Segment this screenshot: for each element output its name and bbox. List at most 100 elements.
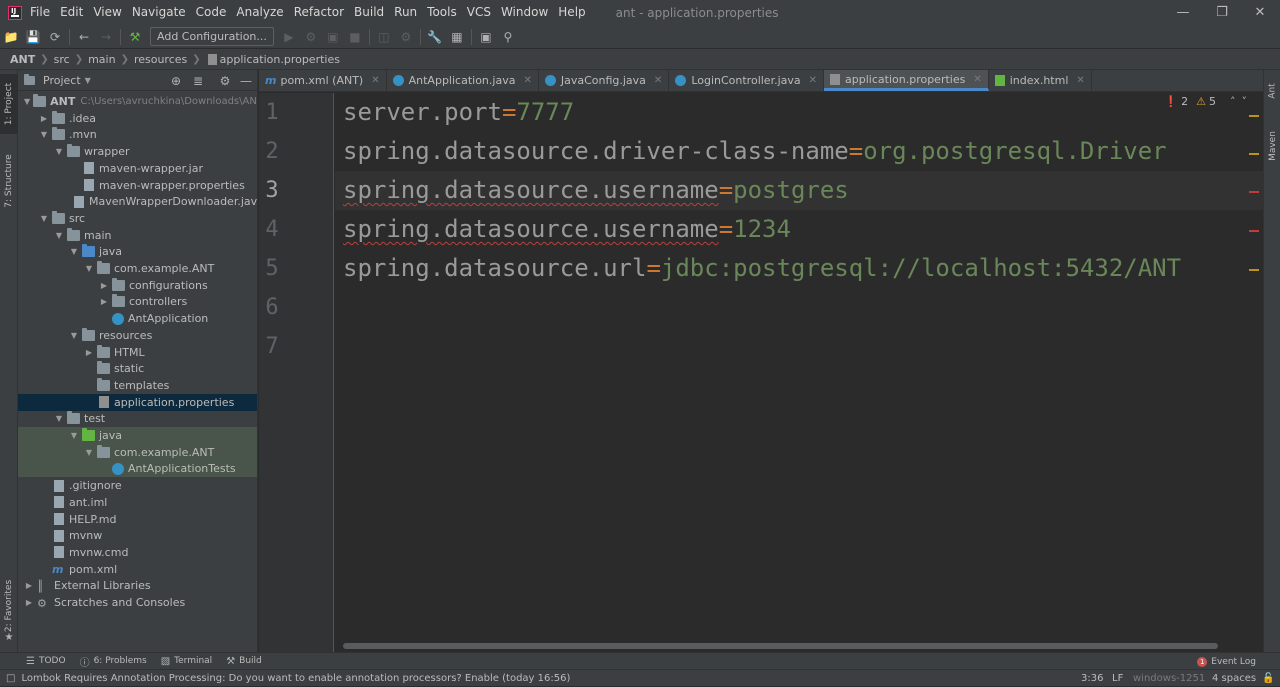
chevron-down-icon[interactable]: ▼ bbox=[69, 247, 79, 256]
tree-item[interactable]: ▶ configurations bbox=[18, 277, 257, 294]
menu-item-refactor[interactable]: Refactor bbox=[294, 0, 344, 25]
gear-icon[interactable]: ⚙ bbox=[217, 73, 233, 89]
tab-project-tool[interactable]: 1: Project bbox=[0, 74, 18, 134]
chevron-right-icon[interactable]: ▶ bbox=[24, 581, 34, 590]
close-tab-icon[interactable]: ✕ bbox=[1076, 75, 1084, 86]
coverage-icon[interactable]: ▣ bbox=[322, 26, 344, 48]
chevron-down-icon[interactable]: ▼ bbox=[39, 214, 49, 223]
menu-item-vcs[interactable]: VCS bbox=[467, 0, 491, 25]
chevron-down-icon[interactable]: ▼ bbox=[69, 431, 79, 440]
warning-stripe[interactable] bbox=[1249, 115, 1259, 117]
tree-item[interactable]: ▼ test bbox=[18, 410, 257, 427]
tree-item[interactable]: ▶ ⚙ Scratches and Consoles bbox=[18, 594, 257, 611]
chevron-down-icon[interactable]: ▼ bbox=[24, 97, 30, 106]
attach-debugger-icon[interactable]: ◫ bbox=[373, 26, 395, 48]
tree-item[interactable]: ▶ controllers bbox=[18, 293, 257, 310]
error-stripe[interactable] bbox=[1249, 230, 1259, 232]
menu-item-code[interactable]: Code bbox=[196, 0, 227, 25]
toggle-tool-windows-icon[interactable]: □ bbox=[6, 673, 15, 684]
tab-maven-tool[interactable]: Maven bbox=[1264, 124, 1280, 168]
error-stripe[interactable] bbox=[1249, 191, 1259, 193]
tab-javaconfig-java[interactable]: JavaConfig.java ✕ bbox=[539, 70, 670, 91]
chevron-down-icon[interactable]: ▼ bbox=[84, 448, 94, 457]
chevron-right-icon[interactable]: ▶ bbox=[84, 348, 94, 357]
tree-item[interactable]: ▼ main bbox=[18, 227, 257, 244]
tree-item[interactable]: application.properties bbox=[18, 393, 257, 411]
tree-item[interactable]: ▼ .mvn bbox=[18, 126, 257, 143]
close-tab-icon[interactable]: ✕ bbox=[654, 75, 662, 86]
code-line[interactable]: spring.datasource.url=jdbc:postgresql://… bbox=[343, 249, 1181, 288]
debug-icon[interactable]: ⚙ bbox=[300, 26, 322, 48]
run-icon[interactable]: ▶ bbox=[278, 26, 300, 48]
sync-icon[interactable]: ⟳ bbox=[44, 26, 66, 48]
caret-position[interactable]: 3:36 bbox=[1081, 670, 1103, 687]
tree-item[interactable]: mvnw bbox=[18, 527, 257, 544]
tree-item[interactable]: AntApplication bbox=[18, 310, 257, 327]
tree-item[interactable]: ▶ .idea bbox=[18, 110, 257, 127]
breadcrumb-item[interactable]: main bbox=[88, 53, 115, 66]
menu-item-build[interactable]: Build bbox=[354, 0, 384, 25]
build-hammer-icon[interactable]: ⚒ bbox=[124, 26, 146, 48]
tab-structure-tool[interactable]: 7: Structure bbox=[0, 146, 18, 216]
tab-antapplication-java[interactable]: AntApplication.java ✕ bbox=[387, 70, 539, 91]
error-count[interactable]: 2 bbox=[1181, 95, 1188, 108]
breadcrumb-item[interactable]: ANT bbox=[10, 53, 35, 66]
status-message[interactable]: Lombok Requires Annotation Processing: D… bbox=[21, 673, 570, 684]
indent-setting[interactable]: 4 spaces bbox=[1212, 670, 1256, 687]
warning-stripe[interactable] bbox=[1249, 153, 1259, 155]
tab-favorites-tool[interactable]: 2: Favorites bbox=[0, 576, 18, 636]
stop-icon[interactable]: ■ bbox=[344, 26, 366, 48]
tree-item[interactable]: ▼ com.example.ANT bbox=[18, 260, 257, 277]
tree-item[interactable]: ▼ ANT C:\Users\avruchkina\Downloads\ANT bbox=[18, 93, 257, 110]
chevron-right-icon[interactable]: ▶ bbox=[39, 114, 49, 123]
tree-item[interactable]: ant.iml bbox=[18, 494, 257, 511]
tab-terminal[interactable]: ▧ Terminal bbox=[161, 656, 213, 667]
chevron-down-icon[interactable]: ▼ bbox=[54, 231, 64, 240]
close-tab-icon[interactable]: ✕ bbox=[809, 75, 817, 86]
tab-todo[interactable]: ☰ TODO bbox=[26, 656, 66, 667]
chevron-down-icon[interactable]: ▼ bbox=[54, 414, 64, 423]
menu-item-file[interactable]: File bbox=[30, 0, 50, 25]
chevron-down-icon[interactable]: ▼ bbox=[69, 331, 79, 340]
tree-item[interactable]: AntApplicationTests bbox=[18, 460, 257, 478]
tree-item[interactable]: ▶ HTML bbox=[18, 344, 257, 361]
open-folder-icon[interactable]: 📁 bbox=[0, 26, 22, 48]
tab-build[interactable]: ⚒ Build bbox=[226, 656, 262, 667]
code-line[interactable]: spring.datasource.driver-class-name=org.… bbox=[343, 132, 1167, 171]
chevron-down-icon[interactable]: ▼ bbox=[84, 264, 94, 273]
tab-ant-tool[interactable]: Ant bbox=[1264, 76, 1280, 106]
tree-item[interactable]: mvnw.cmd bbox=[18, 544, 257, 561]
chevron-right-icon[interactable]: ▶ bbox=[99, 297, 109, 306]
inspection-widget[interactable]: ❗ 2 ⚠ 5 ˄ ˅ bbox=[1164, 95, 1247, 108]
menu-item-analyze[interactable]: Analyze bbox=[236, 0, 283, 25]
menu-item-help[interactable]: Help bbox=[558, 0, 585, 25]
locate-file-icon[interactable]: ⊕ bbox=[168, 73, 184, 89]
tree-item[interactable]: ▼ com.example.ANT bbox=[18, 443, 257, 461]
tree-item[interactable]: ▼ src bbox=[18, 210, 257, 227]
menu-item-view[interactable]: View bbox=[93, 0, 121, 25]
project-view-selector[interactable]: Project bbox=[43, 74, 81, 87]
warning-stripe[interactable] bbox=[1249, 269, 1259, 271]
presentation-icon[interactable]: ▣ bbox=[475, 26, 497, 48]
code-editor[interactable]: 1234567 server.port=7777 spring.datasourc… bbox=[259, 93, 1263, 652]
tree-item[interactable]: maven-wrapper.properties bbox=[18, 177, 257, 194]
chevron-down-icon[interactable]: ▼ bbox=[54, 147, 64, 156]
hide-panel-icon[interactable]: — bbox=[238, 73, 254, 89]
tab-index-html[interactable]: index.html ✕ bbox=[989, 70, 1092, 91]
breadcrumb-item[interactable]: resources bbox=[134, 53, 187, 66]
tree-item[interactable]: ▼ java bbox=[18, 243, 257, 260]
tab-application-properties[interactable]: application.properties ✕ bbox=[824, 70, 989, 91]
menu-item-navigate[interactable]: Navigate bbox=[132, 0, 186, 25]
lock-icon[interactable]: 🔓 bbox=[1262, 670, 1274, 687]
menu-item-tools[interactable]: Tools bbox=[427, 0, 457, 25]
line-separator[interactable]: LF bbox=[1112, 670, 1123, 687]
breadcrumb-item[interactable]: application.properties bbox=[220, 53, 340, 66]
close-tab-icon[interactable]: ✕ bbox=[371, 75, 379, 86]
tree-item[interactable]: HELP.md bbox=[18, 511, 257, 528]
tree-item[interactable]: ▶ ║ External Libraries bbox=[18, 577, 257, 594]
tree-item[interactable]: m pom.xml bbox=[18, 561, 257, 578]
tree-item[interactable]: ▼ resources bbox=[18, 327, 257, 344]
search-icon[interactable]: ⚲ bbox=[497, 26, 519, 48]
file-encoding[interactable]: windows-1251 bbox=[1133, 670, 1205, 687]
tab-pom-xml-ant[interactable]: m pom.xml (ANT) ✕ bbox=[259, 70, 387, 91]
